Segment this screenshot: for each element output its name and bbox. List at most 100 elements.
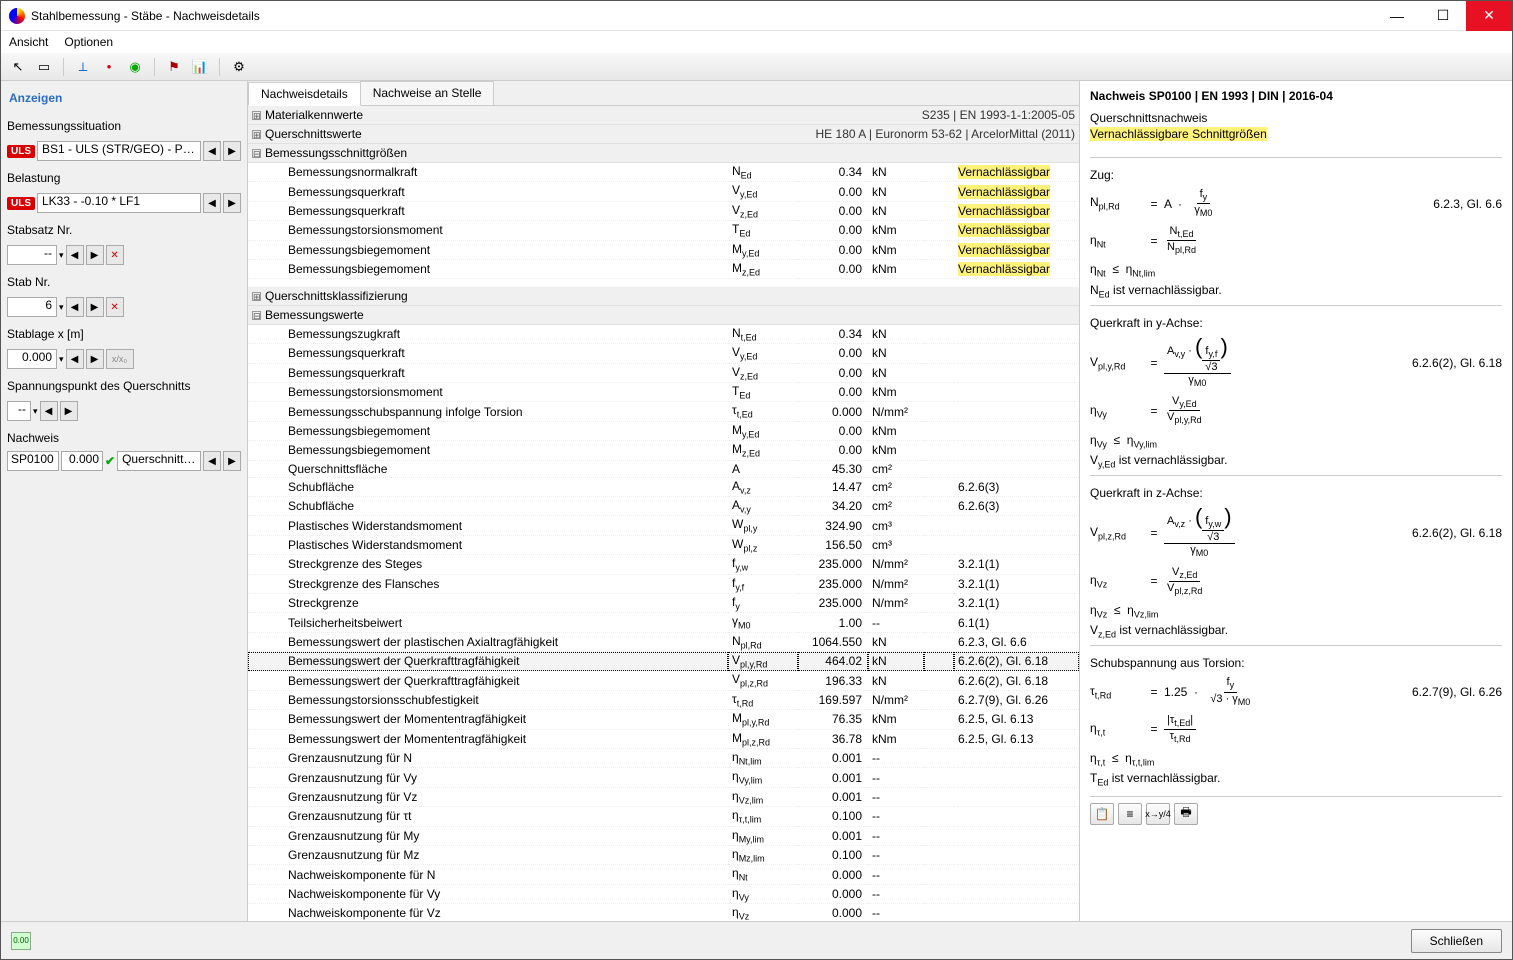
- rp-list-icon[interactable]: ≡: [1118, 803, 1142, 825]
- table-row[interactable]: QuerschnittsflächeA45.30cm²: [248, 460, 1079, 477]
- tab-location[interactable]: Nachweise an Stelle: [360, 81, 495, 105]
- check-prev[interactable]: ◀: [203, 451, 221, 471]
- memberset-select[interactable]: --: [7, 245, 57, 265]
- memberset-next[interactable]: ▶: [86, 245, 104, 265]
- table-row[interactable]: BemessungsbiegemomentMy,Ed0.00kNm: [248, 421, 1079, 440]
- tool-flag-icon[interactable]: ⚑: [163, 56, 185, 78]
- check-code[interactable]: SP0100: [7, 451, 59, 471]
- menu-options[interactable]: Optionen: [64, 35, 113, 49]
- app-icon: [9, 8, 25, 24]
- table-row[interactable]: Grenzausnutzung für MzηMz,lim0.100--: [248, 846, 1079, 865]
- close-button[interactable]: ✕: [1466, 1, 1512, 31]
- check-desc[interactable]: Querschnittsnach...: [117, 451, 201, 471]
- tool-node-icon[interactable]: •: [98, 56, 120, 78]
- table-row[interactable]: Streckgrenzefy235.000N/mm²3.2.1(1): [248, 593, 1079, 612]
- table-row[interactable]: BemessungszugkraftNt,Ed0.34kN: [248, 324, 1079, 343]
- table-row[interactable]: Bemessungswert der Momententragfähigkeit…: [248, 710, 1079, 729]
- maximize-button[interactable]: ☐: [1420, 1, 1466, 31]
- group-row[interactable]: ⊞Querschnittsklassifizierung: [248, 287, 1079, 306]
- table-row[interactable]: BemessungsquerkraftVz,Ed0.00kN: [248, 363, 1079, 382]
- situation-input[interactable]: BS1 - ULS (STR/GEO) - Permane...: [37, 141, 201, 161]
- tool-section-icon[interactable]: ◉: [124, 56, 146, 78]
- table-row[interactable]: BemessungstorsionsmomentTEd0.00kNmVernac…: [248, 221, 1079, 240]
- table-row[interactable]: SchubflächeAv,z14.47cm²6.2.6(3): [248, 477, 1079, 496]
- tool-settings-icon[interactable]: ⚙: [228, 56, 250, 78]
- table-row[interactable]: TeilsicherheitsbeiwertγM01.00--6.1(1): [248, 613, 1079, 632]
- table-row[interactable]: BemessungsbiegemomentMz,Ed0.00kNm: [248, 441, 1079, 460]
- stresspoint-select[interactable]: --: [7, 401, 31, 421]
- table-row[interactable]: BemessungstorsionsmomentTEd0.00kNm: [248, 383, 1079, 402]
- table-row[interactable]: BemessungsquerkraftVy,Ed0.00kN: [248, 344, 1079, 363]
- load-label: Belastung: [7, 171, 241, 185]
- table-row[interactable]: Bemessungswert der Querkrafttragfähigkei…: [248, 671, 1079, 690]
- left-panel: Anzeigen Bemessungssituation ULS BS1 - U…: [1, 81, 247, 921]
- left-panel-header: Anzeigen: [7, 87, 241, 109]
- table-row[interactable]: BemessungsquerkraftVz,Ed0.00kNVernachläs…: [248, 201, 1079, 220]
- minimize-button[interactable]: —: [1374, 1, 1420, 31]
- group-row[interactable]: ⊟Bemessungsschnittgrößen: [248, 144, 1079, 163]
- member-next[interactable]: ▶: [86, 297, 104, 317]
- close-dialog-button[interactable]: Schließen: [1411, 929, 1502, 953]
- table-row[interactable]: Grenzausnutzung für MyηMy,lim0.001--: [248, 826, 1079, 845]
- memberset-pick-icon[interactable]: ✕: [106, 245, 124, 265]
- group-row[interactable]: ⊞QuerschnittswerteHE 180 A | Euronorm 53…: [248, 125, 1079, 144]
- tool-chart-icon[interactable]: 📊: [189, 56, 211, 78]
- tool-select-icon[interactable]: ▭: [33, 56, 55, 78]
- center-panel: Nachweisdetails Nachweise an Stelle ⊞Mat…: [247, 81, 1080, 921]
- table-row[interactable]: Bemessungswert der Momententragfähigkeit…: [248, 729, 1079, 748]
- situation-prev[interactable]: ◀: [203, 141, 221, 161]
- table-row[interactable]: BemessungsbiegemomentMz,Ed0.00kNmVernach…: [248, 259, 1079, 278]
- table-row[interactable]: BemessungsquerkraftVy,Ed0.00kNVernachläs…: [248, 182, 1079, 201]
- stresspoint-prev[interactable]: ◀: [40, 401, 58, 421]
- rp-torsion-ref: 6.2.7(9), Gl. 6.26: [1392, 685, 1502, 699]
- rp-decimals-icon[interactable]: x→y/4: [1146, 803, 1170, 825]
- member-prev[interactable]: ◀: [66, 297, 84, 317]
- position-label: Stablage x [m]: [7, 327, 241, 341]
- table-row[interactable]: Bemessungswert der Querkrafttragfähigkei…: [248, 652, 1079, 671]
- table-row[interactable]: Grenzausnutzung für τtητ,t,lim0.100--: [248, 807, 1079, 826]
- memberset-prev[interactable]: ◀: [66, 245, 84, 265]
- table-row[interactable]: Streckgrenze des Stegesfy,w235.000N/mm²3…: [248, 555, 1079, 574]
- position-select[interactable]: 0.000: [7, 349, 57, 369]
- check-next[interactable]: ▶: [223, 451, 241, 471]
- load-prev[interactable]: ◀: [203, 193, 221, 213]
- rp-print-icon[interactable]: 🖶: [1174, 803, 1198, 825]
- menu-view[interactable]: Ansicht: [9, 35, 48, 49]
- table-row[interactable]: BemessungsbiegemomentMy,Ed0.00kNmVernach…: [248, 240, 1079, 259]
- table-row[interactable]: Plastisches WiderstandsmomentWpl,z156.50…: [248, 535, 1079, 554]
- rp-title: Nachweis SP0100 | EN 1993 | DIN | 2016-0…: [1090, 89, 1502, 103]
- tool-pointer-icon[interactable]: ↖: [7, 56, 29, 78]
- table-row[interactable]: SchubflächeAv,y34.20cm²6.2.6(3): [248, 496, 1079, 515]
- table-row[interactable]: Grenzausnutzung für NηNt,lim0.001--: [248, 749, 1079, 768]
- table-row[interactable]: Nachweiskomponente für VyηVy0.000--: [248, 884, 1079, 903]
- load-next[interactable]: ▶: [223, 193, 241, 213]
- details-table: ⊞MaterialkennwerteS235 | EN 1993-1-1:200…: [248, 106, 1079, 921]
- member-select[interactable]: 6: [7, 297, 57, 317]
- position-hint[interactable]: x/x₀: [106, 349, 134, 369]
- table-row[interactable]: Grenzausnutzung für VzηVz,lim0.001--: [248, 787, 1079, 806]
- position-next[interactable]: ▶: [86, 349, 104, 369]
- tool-beam-icon[interactable]: ⟂: [72, 56, 94, 78]
- status-icon: 0.00: [11, 932, 31, 950]
- tab-details[interactable]: Nachweisdetails: [248, 82, 361, 106]
- member-pick-icon[interactable]: ✕: [106, 297, 124, 317]
- position-prev[interactable]: ◀: [66, 349, 84, 369]
- uls-badge: ULS: [7, 145, 35, 158]
- situation-next[interactable]: ▶: [223, 141, 241, 161]
- table-row[interactable]: Bemessungstorsionsschubfestigkeitτt,Rd16…: [248, 690, 1079, 709]
- table-row[interactable]: Nachweiskomponente für NηNt0.000--: [248, 865, 1079, 884]
- group-row[interactable]: ⊟Bemessungswerte: [248, 305, 1079, 324]
- rp-copy-icon[interactable]: 📋: [1090, 803, 1114, 825]
- load-input[interactable]: LK33 - -0.10 * LF1: [37, 193, 201, 213]
- memberset-label: Stabsatz Nr.: [7, 223, 241, 237]
- table-row[interactable]: BemessungsnormalkraftNEd0.34kNVernachläs…: [248, 163, 1079, 182]
- toolbar: ↖ ▭ ⟂ • ◉ ⚑ 📊 ⚙: [1, 53, 1512, 81]
- table-row[interactable]: Streckgrenze des Flanschesfy,f235.000N/m…: [248, 574, 1079, 593]
- table-row[interactable]: Bemessungswert der plastischen Axialtrag…: [248, 632, 1079, 651]
- table-row[interactable]: Bemessungsschubspannung infolge Torsionτ…: [248, 402, 1079, 421]
- table-row[interactable]: Plastisches WiderstandsmomentWpl,y324.90…: [248, 516, 1079, 535]
- stresspoint-next[interactable]: ▶: [60, 401, 78, 421]
- group-row[interactable]: ⊞MaterialkennwerteS235 | EN 1993-1-1:200…: [248, 106, 1079, 125]
- table-row[interactable]: Nachweiskomponente für VzηVz0.000--: [248, 904, 1079, 921]
- table-row[interactable]: Grenzausnutzung für VyηVy,lim0.001--: [248, 768, 1079, 787]
